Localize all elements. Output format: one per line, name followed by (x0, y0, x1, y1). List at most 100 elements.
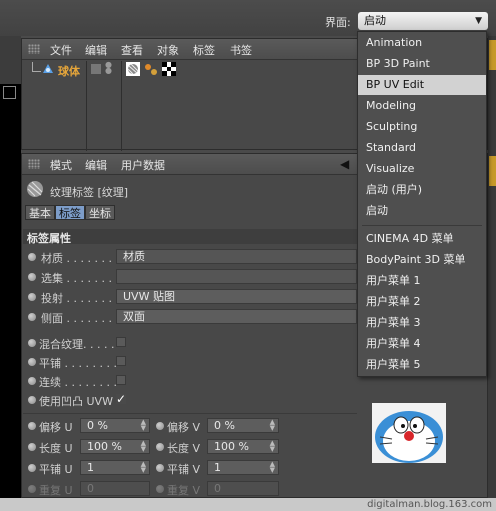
offset-u-field[interactable]: 0 % ▲ ▼ (80, 418, 150, 433)
keyframe-dot-icon[interactable] (28, 293, 36, 301)
right-strip (488, 36, 496, 498)
offset-u-value: 0 % (87, 419, 108, 432)
stepper-icon[interactable]: ▲ ▼ (270, 440, 275, 453)
stepper-icon[interactable]: ▲ ▼ (141, 461, 146, 474)
tab-tag[interactable]: 标签 (55, 205, 85, 220)
tag-title: 纹理标签 [纹理] (50, 186, 129, 199)
menu-item-user-menu-1[interactable]: 用户菜单 1 (358, 271, 486, 291)
tiles-v-field[interactable]: 1 ▲ ▼ (207, 460, 279, 475)
keyframe-dot-icon[interactable] (156, 422, 164, 430)
menu-view[interactable]: 查看 (121, 42, 143, 58)
layout-toggle-icon[interactable] (3, 86, 16, 99)
tab-coords[interactable]: 坐标 (85, 205, 115, 220)
offset-v-field[interactable]: 0 % ▲ ▼ (207, 418, 279, 433)
length-u-field[interactable]: 100 % ▲ ▼ (80, 439, 150, 454)
layout-label: 界面: (325, 16, 351, 29)
menu-mode[interactable]: 模式 (50, 157, 72, 173)
side-select[interactable]: 双面 (116, 309, 357, 324)
menu-objects[interactable]: 对象 (157, 42, 179, 58)
texture-tag-icon (27, 181, 43, 197)
menu-edit[interactable]: 编辑 (85, 42, 107, 58)
menu-user-data[interactable]: 用户数据 (121, 157, 165, 173)
menu-item-user-menu-5[interactable]: 用户菜单 5 (358, 355, 486, 375)
keyframe-dot-icon[interactable] (28, 339, 36, 347)
length-v-value: 100 % (214, 440, 249, 453)
keyframe-dot-icon[interactable] (28, 313, 36, 321)
menu-item-user-menu-4[interactable]: 用户菜单 4 (358, 334, 486, 354)
menu-file[interactable]: 文件 (50, 42, 72, 58)
menu-bookmarks[interactable]: 书签 (230, 42, 252, 58)
menu-tags[interactable]: 标签 (193, 42, 215, 58)
label-dots: . . . . . (83, 338, 115, 351)
use-bump-uvw-checkbox[interactable]: ✓ (116, 393, 126, 405)
menu-edit[interactable]: 编辑 (85, 157, 107, 173)
layout-select[interactable]: 启动 ▼ (358, 12, 488, 30)
layout-select-value: 启动 (364, 14, 386, 27)
menu-item-user-menu-3[interactable]: 用户菜单 3 (358, 313, 486, 333)
panel-grip-icon[interactable] (28, 44, 40, 54)
stepper-icon[interactable]: ▲ ▼ (141, 419, 146, 432)
back-arrow-icon[interactable]: ◀ (340, 157, 349, 171)
texture-tag-icon[interactable] (126, 62, 140, 76)
menu-item-user-menu-2[interactable]: 用户菜单 2 (358, 292, 486, 312)
keyframe-dot-icon[interactable] (28, 422, 36, 430)
mix-textures-checkbox[interactable] (116, 337, 126, 347)
keyframe-dot-icon[interactable] (28, 377, 36, 385)
stepper-icon[interactable]: ▲ ▼ (270, 461, 275, 474)
length-v-field[interactable]: 100 % ▲ ▼ (207, 439, 279, 454)
stepper-icon[interactable]: ▲ ▼ (270, 419, 275, 432)
menu-item-startup-user[interactable]: 启动 (用户) (358, 180, 486, 200)
keyframe-dot-icon[interactable] (28, 253, 36, 261)
keyframe-dot-icon[interactable] (28, 396, 36, 404)
right-tab-1[interactable] (489, 40, 496, 70)
object-name[interactable]: 球体 (58, 63, 80, 79)
menu-item-bp-uv-edit[interactable]: BP UV Edit (358, 75, 486, 95)
repeat-v-value: 0 (214, 482, 221, 495)
keyframe-dot-icon[interactable] (156, 443, 164, 451)
menu-item-visualize[interactable]: Visualize (358, 159, 486, 179)
visibility-dots-icon[interactable]: ● ● (105, 61, 112, 75)
menu-item-animation[interactable]: Animation (358, 33, 486, 53)
tile-checkbox[interactable] (116, 356, 126, 366)
length-u-label: 长度 U (39, 442, 73, 455)
keyframe-dot-icon[interactable] (28, 273, 36, 281)
section-header: 标签属性 (23, 229, 357, 245)
keyframe-dot-icon[interactable] (156, 464, 164, 472)
tiles-u-field[interactable]: 1 ▲ ▼ (80, 460, 150, 475)
label-dots: . . . . . . . . (66, 312, 119, 325)
menu-item-startup[interactable]: 启动 (358, 201, 486, 221)
menu-item-standard[interactable]: Standard (358, 138, 486, 158)
material-label: 材质 (41, 252, 63, 265)
material-balls-icon[interactable] (144, 62, 158, 76)
length-v-label: 长度 V (167, 442, 201, 455)
selection-label: 选集 (41, 272, 63, 285)
menu-item-bodypaint-menu[interactable]: BodyPaint 3D 菜单 (358, 250, 486, 270)
offset-u-label: 偏移 U (39, 421, 73, 434)
keyframe-dot-icon[interactable] (28, 358, 36, 366)
chevron-down-icon: ▼ (475, 16, 482, 26)
checker-tag-icon[interactable] (162, 62, 176, 76)
menu-item-cinema4d-menu[interactable]: CINEMA 4D 菜单 (358, 229, 486, 249)
stepper-icon[interactable]: ▲ ▼ (141, 440, 146, 453)
menu-item-bp-3d-paint[interactable]: BP 3D Paint (358, 54, 486, 74)
right-tab-2[interactable] (489, 156, 496, 186)
tiles-v-label: 平铺 V (167, 463, 201, 476)
tag-options: 混合纹理. . . . . 平铺 . . . . . . . . 连续 . . … (23, 334, 357, 410)
material-field[interactable]: 材质 (116, 249, 357, 264)
tab-basic[interactable]: 基本 (25, 205, 55, 220)
section-title: 标签属性 (27, 232, 71, 245)
repeat-u-field: 0 (80, 481, 150, 496)
tiles-v-value: 1 (214, 461, 221, 474)
layer-icon[interactable] (91, 64, 101, 74)
menu-item-modeling[interactable]: Modeling (358, 96, 486, 116)
selection-field[interactable] (116, 269, 357, 284)
projection-select[interactable]: UVW 贴图 (116, 289, 357, 304)
menu-item-sculpting[interactable]: Sculpting (358, 117, 486, 137)
seamless-checkbox[interactable] (116, 375, 126, 385)
material-value: 材质 (123, 250, 145, 263)
keyframe-dot-icon[interactable] (28, 464, 36, 472)
projection-label: 投射 (41, 292, 63, 305)
sphere-object-icon (43, 64, 53, 73)
panel-grip-icon[interactable] (28, 159, 40, 169)
keyframe-dot-icon[interactable] (28, 443, 36, 451)
